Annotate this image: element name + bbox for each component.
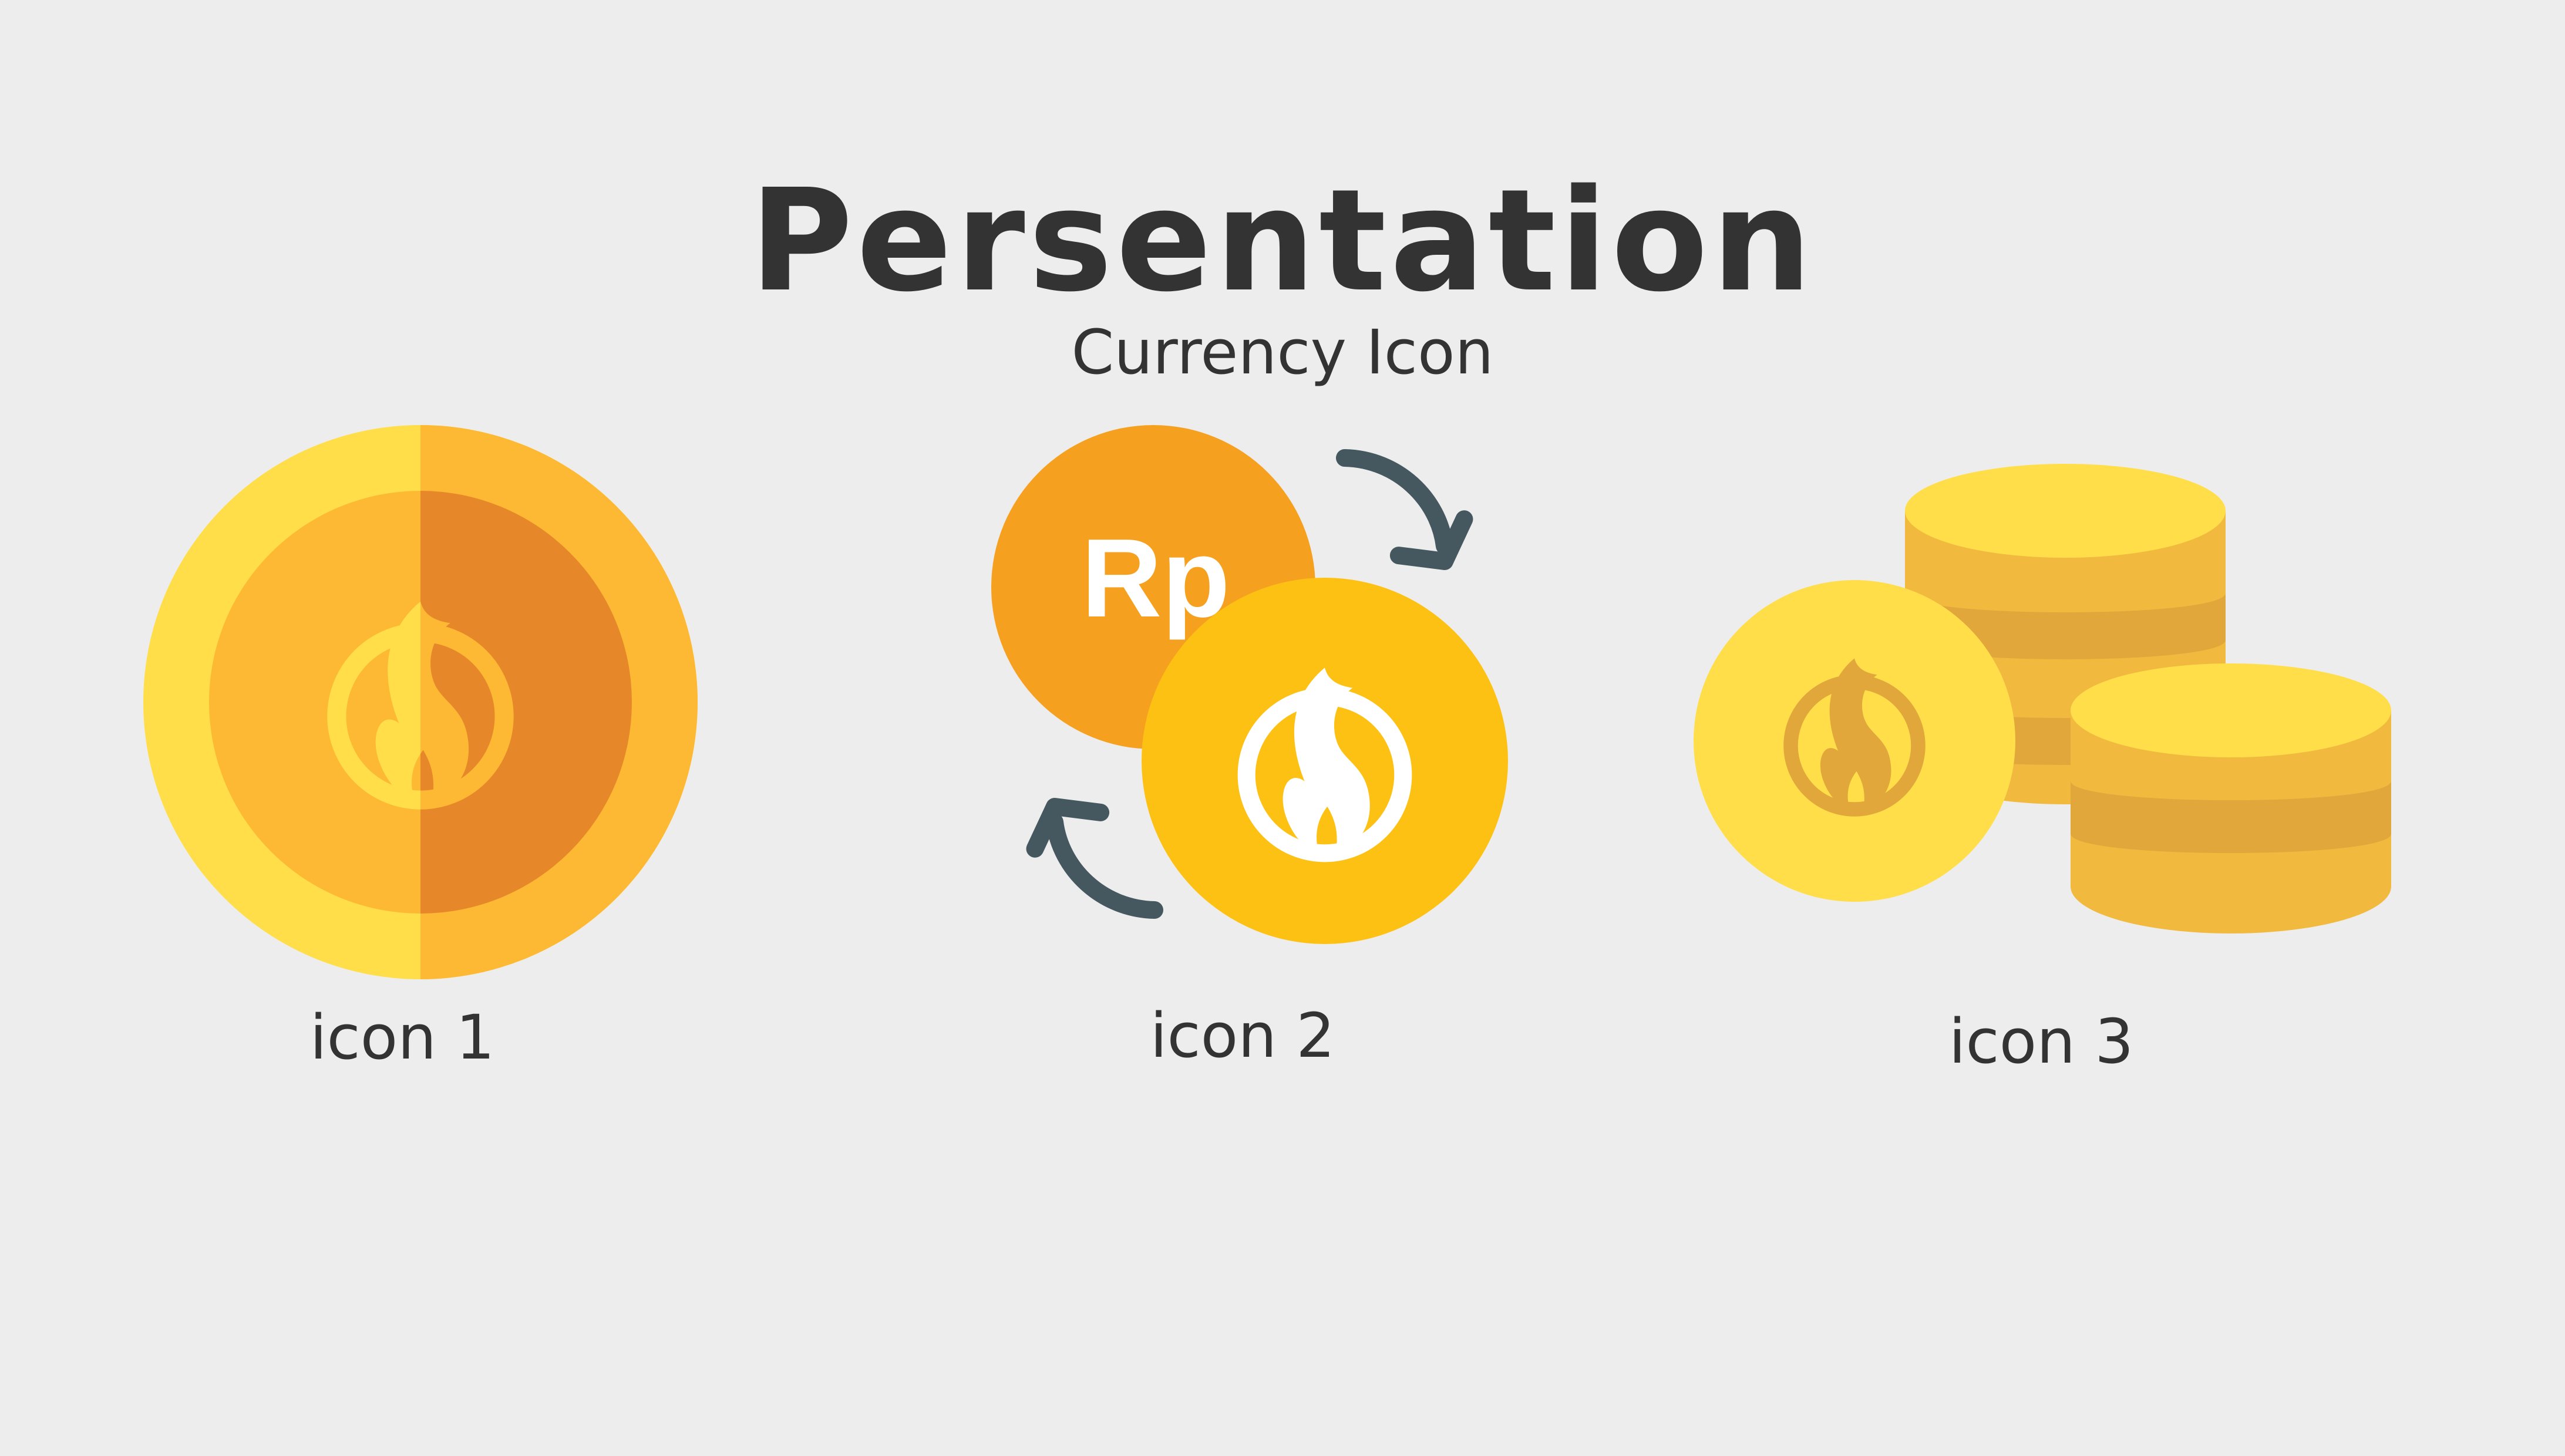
flame-coin-icon: [143, 425, 698, 979]
rupiah-exchange-icon: Rp: [991, 425, 1508, 944]
icon-3-caption: icon 3: [1948, 1006, 2134, 1077]
icon-1-caption: icon 1: [309, 1002, 495, 1073]
icon-2-caption: icon 2: [1150, 1000, 1335, 1071]
page-subtitle: Currency Icon: [1071, 316, 1494, 388]
page-title: Persentation: [749, 159, 1816, 323]
coin-stack-icon: [1694, 464, 2391, 933]
